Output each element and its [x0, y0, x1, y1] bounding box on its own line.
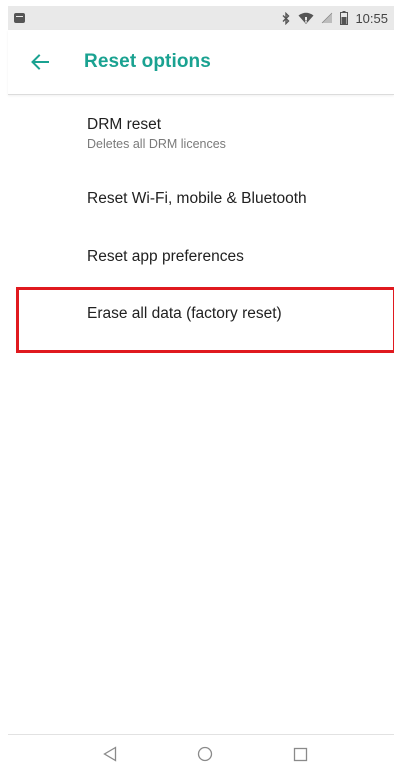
status-bar: 10:55 [8, 6, 394, 30]
nav-back-button[interactable] [99, 743, 121, 765]
list-item-title: Reset app preferences [87, 248, 244, 265]
back-triangle-icon [103, 746, 117, 762]
list-item-drm-reset[interactable]: DRM reset Deletes all DRM licences [8, 95, 394, 170]
wifi-icon [298, 12, 314, 25]
list-item-subtitle: Deletes all DRM licences [87, 137, 226, 151]
recents-square-icon [293, 747, 307, 761]
home-circle-icon [197, 746, 213, 762]
list-item-reset-network[interactable]: Reset Wi-Fi, mobile & Bluetooth [8, 170, 394, 228]
reset-options-list: DRM reset Deletes all DRM licences Reset… [8, 95, 394, 346]
notification-icon [14, 13, 25, 23]
bluetooth-icon [281, 11, 291, 25]
list-item-title: DRM reset [87, 116, 162, 133]
list-item-factory-reset[interactable]: Erase all data (factory reset) [8, 286, 394, 346]
list-item-title: Erase all data (factory reset) [87, 305, 282, 322]
nav-home-button[interactable] [194, 743, 216, 765]
arrow-left-icon [31, 54, 49, 70]
page-title: Reset options [84, 51, 211, 72]
screen: 10:55 Reset options DRM reset Deletes al… [0, 0, 394, 767]
back-button[interactable] [18, 40, 62, 84]
navigation-bar [8, 734, 394, 767]
list-item-reset-app-preferences[interactable]: Reset app preferences [8, 228, 394, 286]
app-bar: Reset options [8, 30, 394, 95]
nav-recents-button[interactable] [289, 743, 311, 765]
status-time: 10:55 [355, 10, 388, 26]
battery-icon [340, 11, 349, 25]
signal-icon [321, 12, 333, 24]
list-item-title: Reset Wi-Fi, mobile & Bluetooth [87, 190, 307, 207]
